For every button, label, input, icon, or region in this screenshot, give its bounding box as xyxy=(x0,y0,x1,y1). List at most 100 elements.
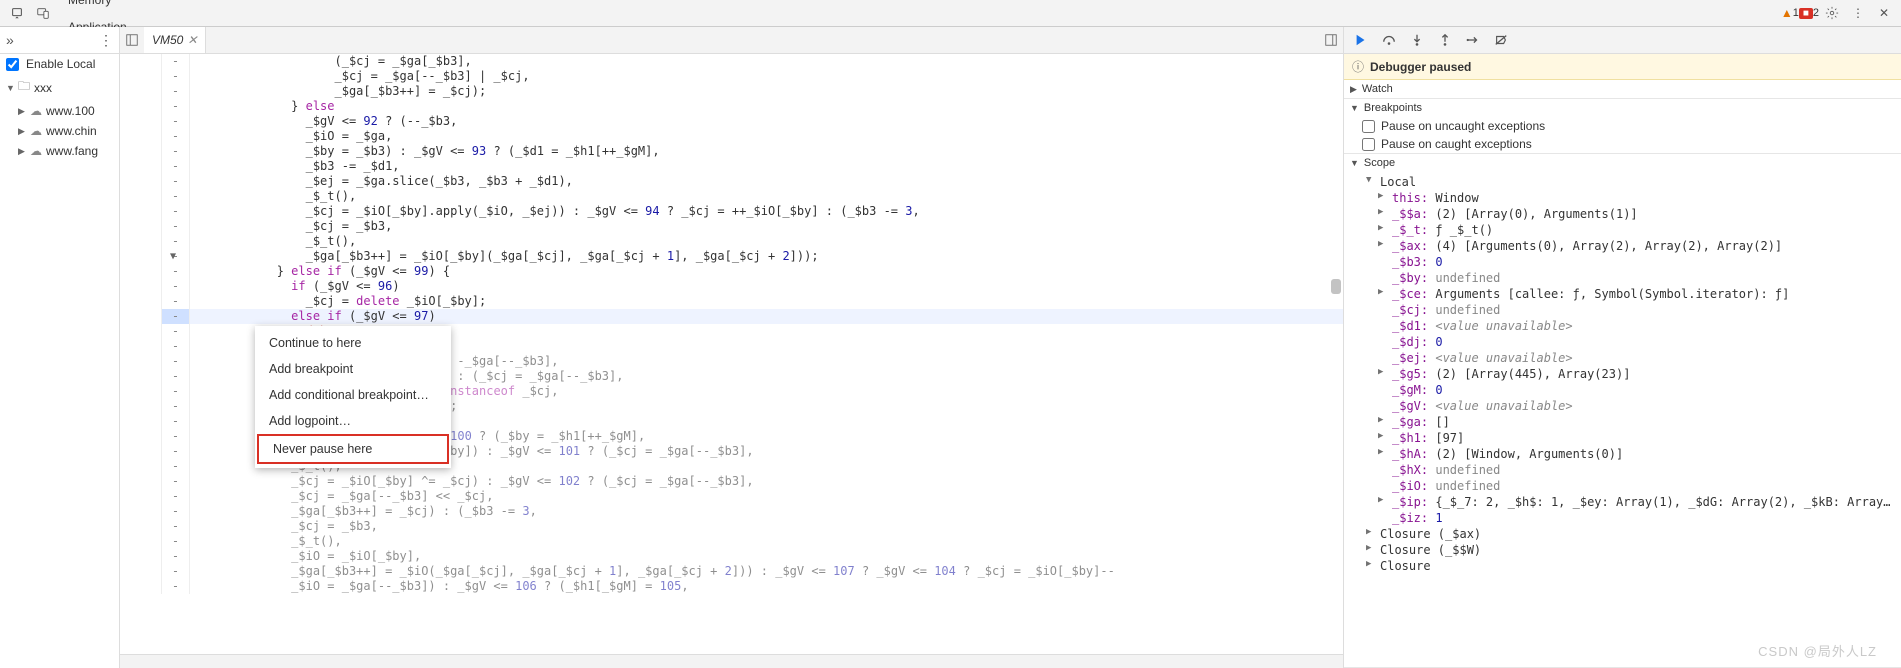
code-line[interactable]: - _$cj = _$b3, xyxy=(120,219,1343,234)
code-line[interactable]: - else if (_$gV <= 97) xyxy=(120,309,1343,324)
line-collapse-gutter[interactable]: - xyxy=(162,474,190,489)
close-tab-icon[interactable]: ✕ xyxy=(187,33,197,47)
line-collapse-gutter[interactable]: - xyxy=(162,429,190,444)
folder-root[interactable]: ▼ 🗀 xxx xyxy=(0,74,119,101)
deactivate-breakpoints-icon[interactable] xyxy=(1492,31,1510,49)
code-line[interactable]: - _$cj = _$iO[_$by] ^= _$cj) : _$gV <= 1… xyxy=(120,474,1343,489)
editor-tab[interactable]: VM50 ✕ xyxy=(144,27,206,53)
line-collapse-gutter[interactable]: - xyxy=(162,129,190,144)
step-over-icon[interactable] xyxy=(1380,31,1398,49)
step-icon[interactable] xyxy=(1464,31,1482,49)
code-line[interactable]: - _$cj = _$b3, xyxy=(120,519,1343,534)
scope-variable[interactable]: ▶_$ce: Arguments [callee: ƒ, Symbol(Symb… xyxy=(1374,286,1901,302)
line-collapse-gutter[interactable]: - xyxy=(162,339,190,354)
pause-uncaught-row[interactable]: Pause on uncaught exceptions xyxy=(1344,117,1901,135)
code-line[interactable]: - } else if (_$gV <= 99) { xyxy=(120,264,1343,279)
context-menu-item[interactable]: Add conditional breakpoint… xyxy=(255,382,451,408)
scope-local-header[interactable]: ▼Local xyxy=(1362,174,1901,190)
toggle-overview-icon[interactable] xyxy=(1319,27,1343,53)
line-collapse-gutter[interactable]: - xyxy=(162,99,190,114)
context-menu-item[interactable]: Add breakpoint xyxy=(255,356,451,382)
code-line[interactable]: - _$ej = _$ga.slice(_$b3, _$b3 + _$d1), xyxy=(120,174,1343,189)
scope-closure[interactable]: ▶Closure (_$$W) xyxy=(1362,542,1901,558)
scope-variable[interactable]: ▶_$_t: ƒ _$_t() xyxy=(1374,222,1901,238)
code-line[interactable]: - _$ga[_$b3++] = _$cj) : (_$b3 -= 3, xyxy=(120,504,1343,519)
fold-marker-icon[interactable]: ▼ xyxy=(170,249,176,264)
pause-caught-row[interactable]: Pause on caught exceptions xyxy=(1344,135,1901,153)
context-menu-item[interactable]: Continue to here xyxy=(255,330,451,356)
scope-variable[interactable]: ▶_$ga: [] xyxy=(1374,414,1901,430)
line-collapse-gutter[interactable]: - xyxy=(162,354,190,369)
scope-header[interactable]: ▼Scope xyxy=(1344,154,1901,172)
scope-variable[interactable]: _$cj: undefined xyxy=(1374,302,1901,318)
step-into-icon[interactable] xyxy=(1408,31,1426,49)
context-menu-item[interactable]: Never pause here xyxy=(257,434,449,464)
scope-variable[interactable]: _$gV: <value unavailable> xyxy=(1374,398,1901,414)
navigator-more-icon[interactable]: ⋮ xyxy=(99,32,113,49)
line-collapse-gutter[interactable]: - xyxy=(162,489,190,504)
code-line[interactable]: - _$cj = _$ga[--_$b3] << _$cj, xyxy=(120,489,1343,504)
scope-variable[interactable]: _$dj: 0 xyxy=(1374,334,1901,350)
code-line[interactable]: - _$cj = _$ga[--_$b3] | _$cj, xyxy=(120,69,1343,84)
line-collapse-gutter[interactable]: - xyxy=(162,369,190,384)
inspect-icon[interactable] xyxy=(4,0,30,26)
enable-local-row[interactable]: Enable Local xyxy=(0,54,119,74)
code-line[interactable]: - if (_$gV <= 96) xyxy=(120,279,1343,294)
scope-variable[interactable]: _$ej: <value unavailable> xyxy=(1374,350,1901,366)
scrollbar-thumb[interactable] xyxy=(1331,279,1341,294)
line-collapse-gutter[interactable]: - xyxy=(162,264,190,279)
scope-variable[interactable]: ▶_$hA: (2) [Window, Arguments(0)] xyxy=(1374,446,1901,462)
scope-closure[interactable]: ▶Closure (_$ax) xyxy=(1362,526,1901,542)
line-collapse-gutter[interactable]: - xyxy=(162,279,190,294)
scope-closure[interactable]: ▶Closure xyxy=(1362,558,1901,574)
pause-caught-checkbox[interactable] xyxy=(1362,138,1375,151)
code-line[interactable]: - _$cj = _$iO[_$by].apply(_$iO, _$ej)) :… xyxy=(120,204,1343,219)
line-collapse-gutter[interactable]: - xyxy=(162,384,190,399)
line-collapse-gutter[interactable]: - xyxy=(162,114,190,129)
code-line[interactable]: - _$iO = _$iO[_$by], xyxy=(120,549,1343,564)
line-collapse-gutter[interactable]: - xyxy=(162,414,190,429)
line-collapse-gutter[interactable]: - xyxy=(162,564,190,579)
more-icon[interactable]: ⋮ xyxy=(1845,0,1871,26)
scope-variable[interactable]: ▶this: Window xyxy=(1374,190,1901,206)
scope-variable[interactable]: ▶_$$a: (2) [Array(0), Arguments(1)] xyxy=(1374,206,1901,222)
settings-gear-icon[interactable] xyxy=(1819,0,1845,26)
code-line[interactable]: - _$ga[_$b3++] = _$cj); xyxy=(120,84,1343,99)
close-devtools-icon[interactable]: ✕ xyxy=(1871,0,1897,26)
resume-icon[interactable] xyxy=(1352,31,1370,49)
nav-item[interactable]: ▶☁www.chin xyxy=(0,121,119,141)
code-line[interactable]: - (_$cj = _$ga[_$b3], xyxy=(120,54,1343,69)
show-navigator-icon[interactable]: » xyxy=(6,32,14,48)
line-collapse-gutter[interactable]: - xyxy=(162,534,190,549)
code-line[interactable]: - _$iO = _$ga[--_$b3]) : _$gV <= 106 ? (… xyxy=(120,579,1343,594)
line-collapse-gutter[interactable]: - xyxy=(162,174,190,189)
line-collapse-gutter[interactable]: - xyxy=(162,309,190,324)
device-toggle-icon[interactable] xyxy=(30,0,56,26)
warning-icon[interactable]: ▲ xyxy=(1781,6,1793,20)
devtools-tab-memory[interactable]: Memory xyxy=(56,0,207,13)
code-line[interactable]: - } else xyxy=(120,99,1343,114)
line-collapse-gutter[interactable]: - xyxy=(162,234,190,249)
scope-variable[interactable]: ▶_$ip: {_$_7: 2, _$h$: 1, _$ey: Array(1)… xyxy=(1374,494,1901,510)
line-collapse-gutter[interactable]: - xyxy=(162,144,190,159)
nav-item[interactable]: ▶☁www.100 xyxy=(0,101,119,121)
step-out-icon[interactable] xyxy=(1436,31,1454,49)
line-collapse-gutter[interactable]: - xyxy=(162,219,190,234)
scope-variable[interactable]: _$b3: 0 xyxy=(1374,254,1901,270)
code-line[interactable]: - _$cj = delete _$iO[_$by]; xyxy=(120,294,1343,309)
scope-variable[interactable]: _$iz: 1 xyxy=(1374,510,1901,526)
line-collapse-gutter[interactable]: - xyxy=(162,519,190,534)
line-collapse-gutter[interactable]: - xyxy=(162,54,190,69)
code-line[interactable]: - _$b3 -= _$d1, xyxy=(120,159,1343,174)
code-line[interactable]: - _$_t(), xyxy=(120,189,1343,204)
line-collapse-gutter[interactable]: -▼ xyxy=(162,249,190,264)
horizontal-scrollbar[interactable] xyxy=(120,654,1343,668)
scope-variable[interactable]: _$hX: undefined xyxy=(1374,462,1901,478)
scope-variable[interactable]: ▶_$ax: (4) [Arguments(0), Array(2), Arra… xyxy=(1374,238,1901,254)
line-collapse-gutter[interactable]: - xyxy=(162,504,190,519)
code-line[interactable]: - _$_t(), xyxy=(120,534,1343,549)
line-collapse-gutter[interactable]: - xyxy=(162,549,190,564)
scope-variable[interactable]: ▶_$h1: [97] xyxy=(1374,430,1901,446)
scope-variable[interactable]: _$gM: 0 xyxy=(1374,382,1901,398)
line-collapse-gutter[interactable]: - xyxy=(162,399,190,414)
